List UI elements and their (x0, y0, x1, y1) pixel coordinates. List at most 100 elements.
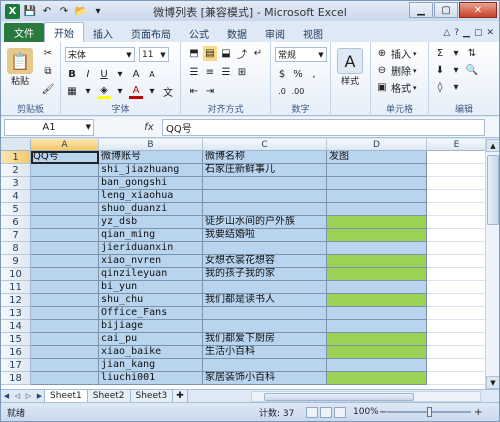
row-header-8[interactable]: 8 (1, 242, 31, 255)
cell-b8[interactable]: jieriduanxin (99, 242, 203, 255)
sheet-tab-2[interactable]: Sheet2 (86, 389, 131, 403)
cell-a6[interactable] (31, 216, 99, 229)
new-sheet-icon[interactable]: ✚ (172, 389, 188, 403)
cell-a7[interactable] (31, 229, 99, 242)
italic-button[interactable]: I (81, 67, 95, 82)
cell-c4[interactable] (203, 190, 327, 203)
doc-restore-icon[interactable]: ▢ (474, 28, 483, 38)
cell-b2[interactable]: shi_jiazhuang (99, 164, 203, 177)
cell-a11[interactable] (31, 281, 99, 294)
borders-dropdown-icon[interactable]: ▾ (81, 84, 95, 99)
row-header-4[interactable]: 4 (1, 190, 31, 203)
percent-icon[interactable]: % (291, 67, 305, 82)
font-color-icon[interactable]: A (129, 84, 143, 99)
comma-icon[interactable]: , (307, 67, 321, 82)
cell-e7[interactable] (427, 229, 485, 242)
cell-b17[interactable]: jian_kang (99, 359, 203, 372)
ribbon-minimize-icon[interactable]: △ (443, 28, 450, 38)
tab-insert[interactable]: 插入 (84, 24, 122, 42)
cell-a18[interactable] (31, 372, 99, 385)
borders-icon[interactable]: ▦ (65, 84, 79, 99)
doc-close-icon[interactable]: ✕ (486, 28, 494, 38)
cell-d7[interactable] (327, 229, 427, 242)
cell-c18[interactable]: 家居装饰小百科 (203, 372, 327, 385)
scroll-down-icon[interactable]: ▼ (486, 376, 499, 389)
grow-font-icon[interactable]: A (129, 67, 143, 82)
bold-button[interactable]: B (65, 67, 79, 82)
fill-dropdown-icon[interactable]: ▾ (449, 63, 463, 78)
maximize-button[interactable]: ▢ (434, 2, 458, 18)
cell-c11[interactable] (203, 281, 327, 294)
cell-e17[interactable] (427, 359, 485, 372)
column-header-b[interactable]: B (99, 139, 203, 151)
row-header-3[interactable]: 3 (1, 177, 31, 190)
zoom-slider[interactable] (387, 407, 471, 417)
cell-a17[interactable] (31, 359, 99, 372)
cell-b1[interactable]: 微博账号 (99, 151, 203, 164)
cell-c1[interactable]: 微博名称 (203, 151, 327, 164)
column-header-a[interactable]: A (31, 139, 99, 151)
doc-minimize-icon[interactable]: ▁ (463, 28, 470, 38)
cell-d9[interactable] (327, 255, 427, 268)
shrink-font-icon[interactable]: A (145, 67, 159, 82)
cell-d3[interactable] (327, 177, 427, 190)
paste-button[interactable]: 📋 粘贴 (7, 48, 33, 87)
cell-e2[interactable] (427, 164, 485, 177)
sheet-tab-3[interactable]: Sheet3 (129, 389, 174, 403)
merge-center-icon[interactable]: ⊞ (235, 65, 249, 80)
cell-e18[interactable] (427, 372, 485, 385)
cell-d5[interactable] (327, 203, 427, 216)
cell-a4[interactable] (31, 190, 99, 203)
tab-formulas[interactable]: 公式 (180, 24, 218, 42)
column-header-c[interactable]: C (203, 139, 327, 151)
cell-c17[interactable] (203, 359, 327, 372)
row-header-5[interactable]: 5 (1, 203, 31, 216)
align-center-icon[interactable]: ≡ (203, 65, 217, 80)
underline-button[interactable]: U (97, 67, 111, 82)
sort-filter-icon[interactable]: ⇅ (465, 46, 479, 61)
zoom-slider-knob[interactable] (427, 407, 432, 417)
row-header-7[interactable]: 7 (1, 229, 31, 242)
align-top-icon[interactable]: ⬒ (187, 46, 201, 61)
prev-sheet-icon[interactable]: ◁ (12, 392, 23, 400)
cell-c6[interactable]: 徒步山水间的户外族 (203, 216, 327, 229)
decrease-decimal-icon[interactable]: .00 (291, 84, 305, 99)
cell-e14[interactable] (427, 320, 485, 333)
cell-d8[interactable] (327, 242, 427, 255)
undo-icon[interactable]: ↶ (40, 4, 54, 18)
fill-dropdown-icon[interactable]: ▾ (113, 84, 127, 99)
cell-d10[interactable] (327, 268, 427, 281)
underline-dropdown-icon[interactable]: ▾ (113, 67, 127, 82)
cell-e10[interactable] (427, 268, 485, 281)
cell-e16[interactable] (427, 346, 485, 359)
align-right-icon[interactable]: ☰ (219, 65, 233, 80)
insert-function-icon[interactable]: fx (136, 122, 162, 133)
cell-b6[interactable]: yz_dsb (99, 216, 203, 229)
cell-d14[interactable] (327, 320, 427, 333)
cell-b14[interactable]: bijiage (99, 320, 203, 333)
row-header-14[interactable]: 14 (1, 320, 31, 333)
qat-dropdown-icon[interactable]: ▾ (91, 4, 105, 18)
cell-b10[interactable]: qinzileyuan (99, 268, 203, 281)
clear-dropdown-icon[interactable]: ▾ (449, 80, 463, 95)
close-button[interactable]: ✕ (459, 2, 497, 18)
cut-icon[interactable]: ✂ (41, 46, 55, 61)
cell-c13[interactable] (203, 307, 327, 320)
align-middle-icon[interactable]: ▤ (203, 46, 217, 61)
cell-a14[interactable] (31, 320, 99, 333)
tab-view[interactable]: 视图 (294, 24, 332, 42)
tab-home[interactable]: 开始 (44, 22, 84, 42)
tab-data[interactable]: 数据 (218, 24, 256, 42)
cell-d12[interactable] (327, 294, 427, 307)
page-break-view-icon[interactable] (334, 406, 346, 418)
cell-e12[interactable] (427, 294, 485, 307)
row-header-13[interactable]: 13 (1, 307, 31, 320)
font-color-dropdown-icon[interactable]: ▾ (145, 84, 159, 99)
name-box[interactable]: A1 ▼ (4, 118, 94, 136)
orientation-icon[interactable]: ⤴ (235, 46, 249, 61)
cell-e15[interactable] (427, 333, 485, 346)
next-sheet-icon[interactable]: ▷ (23, 392, 34, 400)
cell-b9[interactable]: xiao_nvren (99, 255, 203, 268)
styles-button[interactable]: A 样式 (337, 48, 363, 87)
zoom-level[interactable]: 100% (353, 407, 379, 417)
